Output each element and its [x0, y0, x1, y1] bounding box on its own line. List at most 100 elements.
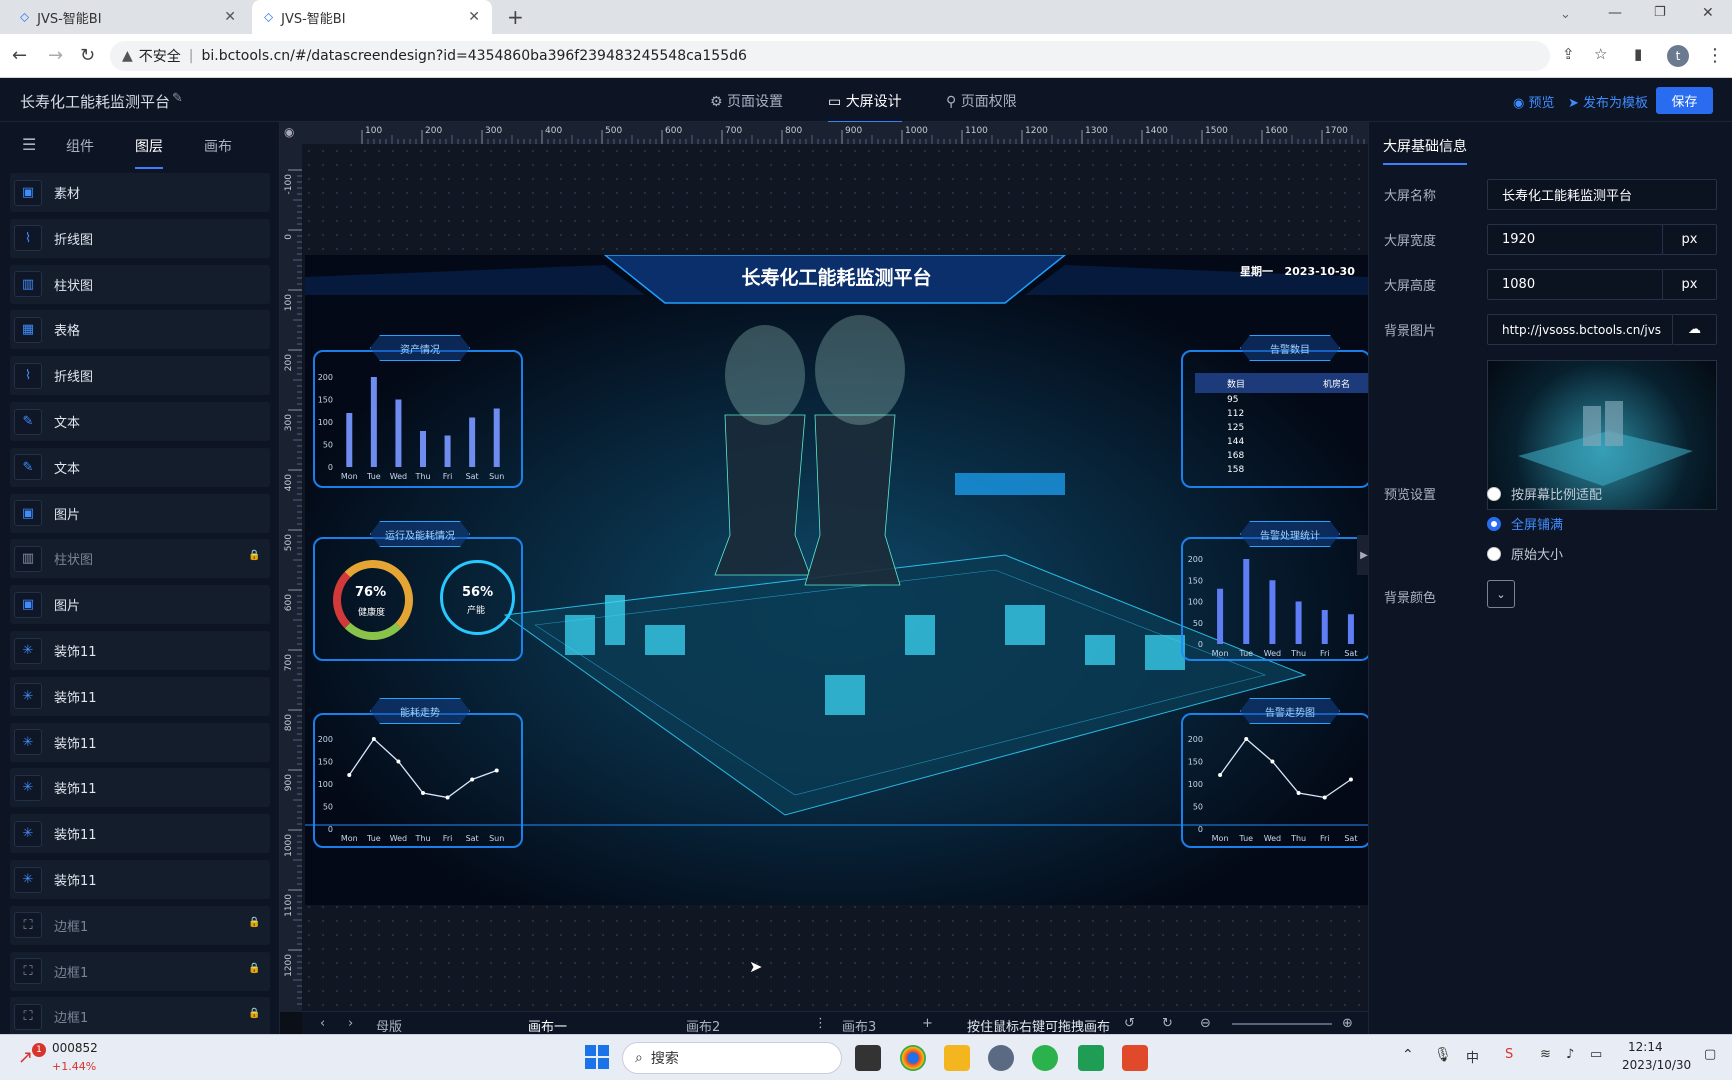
- redo-icon[interactable]: ↻: [1162, 1016, 1173, 1031]
- prev-canvas-icon[interactable]: ‹: [320, 1016, 325, 1031]
- lock-icon[interactable]: 🔒: [248, 550, 260, 564]
- layer-item[interactable]: ⌇ 折线图: [10, 218, 270, 258]
- layer-item[interactable]: ✳ 装饰11: [10, 814, 270, 854]
- bookmark-star-icon[interactable]: ☆: [1594, 45, 1607, 63]
- browser-tab[interactable]: ⬦ JVS-智能BI ✕: [8, 0, 248, 34]
- publish-template-link[interactable]: ➤ 发布为模板: [1568, 92, 1648, 111]
- layer-item[interactable]: ▣ 素材: [10, 173, 270, 212]
- tab-canvas-3[interactable]: 画布3: [842, 1016, 876, 1035]
- layer-item[interactable]: ✎ 文本: [10, 402, 270, 441]
- tab-layers[interactable]: 图层: [135, 136, 163, 169]
- next-canvas-icon[interactable]: ›: [348, 1016, 353, 1031]
- tab-page-permissions[interactable]: ⚲ 页面权限: [946, 91, 1017, 111]
- close-window-icon[interactable]: ✕: [1702, 5, 1714, 21]
- layer-item[interactable]: ✳ 装饰11: [10, 768, 270, 808]
- layer-item[interactable]: ✳ 装饰11: [10, 860, 270, 899]
- tab-canvas-2[interactable]: 画布2: [686, 1016, 720, 1035]
- minimize-icon[interactable]: —: [1608, 5, 1622, 21]
- wechat-icon[interactable]: [1032, 1045, 1058, 1071]
- browser-tab-active[interactable]: ⬦ JVS-智能BI ✕: [252, 0, 492, 34]
- ruler-label: 800: [785, 126, 802, 136]
- screen-height-input[interactable]: 1080: [1487, 269, 1663, 300]
- tab-screen-design[interactable]: ▭ 大屏设计: [828, 91, 902, 123]
- chrome-icon[interactable]: [900, 1045, 926, 1071]
- tab-canvas-1[interactable]: 画布一: [528, 1016, 567, 1035]
- layer-item[interactable]: ⛶ 边框1 🔒: [10, 951, 270, 991]
- layer-item[interactable]: ⛶ 边框1 🔒: [10, 997, 270, 1034]
- screen-width-input[interactable]: 1920: [1487, 224, 1663, 255]
- clock-date[interactable]: 2023/10/30: [1622, 1058, 1691, 1072]
- zoom-out-icon[interactable]: ⊖: [1200, 1016, 1211, 1031]
- restore-icon[interactable]: ❐: [1654, 5, 1666, 20]
- settings-icon[interactable]: [988, 1045, 1014, 1071]
- layer-item[interactable]: ▦ 表格: [10, 310, 270, 350]
- sidebar-icon[interactable]: ▮: [1634, 45, 1642, 63]
- new-tab-icon[interactable]: +: [507, 5, 524, 29]
- upload-cloud-icon[interactable]: ☁: [1672, 314, 1717, 345]
- layer-item[interactable]: ✳ 装饰11: [10, 722, 270, 762]
- stock-change: +1.44%: [52, 1060, 97, 1073]
- app-red-icon[interactable]: [1122, 1045, 1148, 1071]
- volume-icon[interactable]: ♪: [1566, 1047, 1574, 1062]
- taskbar-search[interactable]: ⌕ 搜索: [622, 1042, 842, 1074]
- layer-item[interactable]: ✳ 装饰11: [10, 676, 270, 716]
- ruler-corner[interactable]: ◉: [280, 122, 302, 144]
- tab-page-settings[interactable]: ⚙ 页面设置: [710, 91, 783, 111]
- microphone-icon[interactable]: 🎙: [1434, 1047, 1452, 1063]
- layer-item[interactable]: ▣ 图片: [10, 585, 270, 625]
- layer-item[interactable]: ▥ 柱状图 🔒: [10, 539, 270, 579]
- layer-item[interactable]: ✎ 文本: [10, 447, 270, 487]
- layer-item[interactable]: ⌇ 折线图: [10, 356, 270, 396]
- layer-item[interactable]: ▣ 图片: [10, 493, 270, 533]
- preview-link[interactable]: ◉ 预览: [1513, 92, 1555, 111]
- stock-widget-icon[interactable]: ↗ 1: [18, 1043, 46, 1071]
- tab-canvas[interactable]: 画布: [204, 136, 232, 156]
- app-tray-icon[interactable]: S: [1505, 1047, 1513, 1062]
- layer-item[interactable]: ▥ 柱状图: [10, 264, 270, 304]
- ime-indicator[interactable]: 中: [1466, 1047, 1479, 1066]
- edit-title-icon[interactable]: ✎: [172, 91, 183, 106]
- dashboard-screen[interactable]: 长寿化工能耗监测平台 星期一 2023-10-30 资产情况 200 150 100…: [305, 255, 1368, 905]
- add-canvas-icon[interactable]: +: [922, 1016, 933, 1031]
- save-button[interactable]: 保存: [1656, 87, 1713, 114]
- close-tab-icon[interactable]: ✕: [468, 9, 480, 25]
- clock-time[interactable]: 12:14: [1628, 1040, 1663, 1054]
- zoom-slider[interactable]: [1232, 1023, 1332, 1025]
- radio-original-size[interactable]: 原始大小: [1487, 544, 1563, 563]
- lock-icon[interactable]: 🔒: [248, 917, 260, 931]
- layer-item[interactable]: ⛶ 边框1 🔒: [10, 905, 270, 945]
- tab-components[interactable]: 组件: [66, 136, 94, 156]
- back-icon[interactable]: ←: [12, 45, 27, 66]
- zoom-in-icon[interactable]: ⊕: [1342, 1016, 1353, 1031]
- lock-icon[interactable]: 🔒: [248, 963, 260, 977]
- share-icon[interactable]: ⇪: [1562, 45, 1575, 63]
- radio-fit-ratio[interactable]: 按屏幕比例适配: [1487, 484, 1602, 503]
- color-picker[interactable]: ⌄: [1487, 580, 1515, 608]
- layer-item[interactable]: ✳ 装饰11: [10, 631, 270, 670]
- reload-icon[interactable]: ↻: [80, 45, 95, 66]
- screen-name-input[interactable]: 长寿化工能耗监测平台: [1487, 179, 1717, 210]
- menu-icon[interactable]: ☰: [22, 135, 36, 154]
- lock-icon[interactable]: 🔒: [248, 1008, 260, 1022]
- radio-full-screen[interactable]: 全屏铺满: [1487, 514, 1563, 533]
- tab-search-icon[interactable]: ⌄: [1560, 7, 1571, 22]
- undo-icon[interactable]: ↺: [1124, 1016, 1135, 1031]
- file-explorer-icon[interactable]: [944, 1045, 970, 1071]
- more-icon[interactable]: ⋮: [814, 1016, 827, 1031]
- menu-dots-icon[interactable]: ⋮: [1706, 45, 1724, 66]
- tray-chevron-icon[interactable]: ⌃: [1402, 1047, 1414, 1063]
- address-bar-row: ← → ↻ ▲ 不安全 | bi.bctools.cn/#/datascreen…: [0, 34, 1732, 78]
- url-input[interactable]: ▲ 不安全 | bi.bctools.cn/#/datascreendesign…: [110, 41, 1550, 71]
- profile-avatar[interactable]: t: [1667, 45, 1689, 67]
- wifi-icon[interactable]: ≋: [1540, 1047, 1551, 1062]
- collapse-right-icon[interactable]: ▶: [1357, 535, 1368, 575]
- notification-icon[interactable]: ▢: [1704, 1047, 1716, 1062]
- tab-master[interactable]: 母版: [376, 1016, 402, 1035]
- windows-start-icon[interactable]: [585, 1045, 609, 1069]
- battery-icon[interactable]: ▭: [1590, 1047, 1602, 1062]
- bg-image-url-input[interactable]: http://jvsoss.bctools.cn/jvs: [1487, 314, 1673, 345]
- close-tab-icon[interactable]: ✕: [224, 9, 236, 25]
- app-green-icon[interactable]: [1078, 1045, 1104, 1071]
- task-view-icon[interactable]: [855, 1045, 881, 1071]
- forward-icon[interactable]: →: [48, 45, 63, 66]
